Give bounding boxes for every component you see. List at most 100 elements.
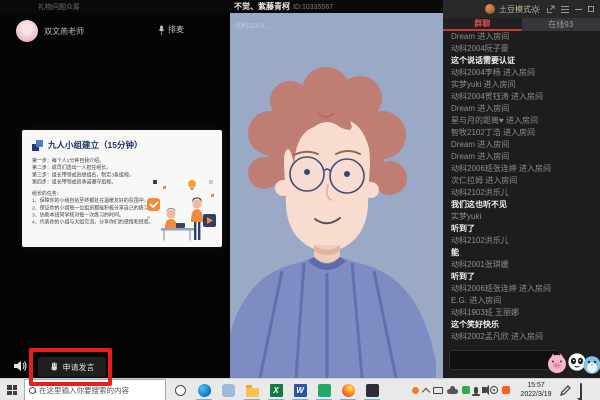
chat-message-sender: 动科2102洪乐儿: [451, 187, 594, 199]
chat-message: 动科2102洪乐儿能: [451, 235, 594, 259]
mic-icon: [158, 25, 165, 35]
tray-dot-icon[interactable]: [412, 387, 419, 394]
system-tray: [412, 379, 510, 400]
edge-icon[interactable]: [192, 379, 216, 400]
chat-message-text: 听到了: [451, 271, 594, 283]
host-avatar: [16, 20, 38, 42]
green-status-glyph: [462, 386, 470, 394]
tab-group-chat[interactable]: 群聊: [443, 18, 522, 31]
file-explorer-icon[interactable]: [240, 379, 264, 400]
file-explorer-glyph: [246, 388, 259, 397]
chat-join-notice: 动科2004李杨 进入房间: [451, 67, 594, 79]
gear-glyph: [490, 386, 498, 394]
chevron-up-icon[interactable]: [423, 386, 429, 395]
speaker-icon[interactable]: [13, 360, 27, 372]
request-speak-button[interactable]: 申请发言: [38, 357, 106, 377]
screen: 礼物问题众筹 不觉、紫藤青柯ID:10335567 双文燕老师 排麦 九人小组建…: [0, 0, 600, 400]
chat-message: 动科2102洪乐儿我们这也听不见: [451, 187, 594, 211]
chat-message-sender: 实梦yuki: [451, 211, 594, 223]
app-blue-glyph: [222, 384, 235, 397]
firefox-icon[interactable]: [336, 379, 360, 400]
mic-icon[interactable]: [474, 387, 478, 394]
chat-join-notice: E.G. 进入房间: [451, 295, 594, 307]
chevron-up-glyph: [422, 387, 430, 395]
tray-app-glyph: [502, 386, 510, 394]
chat-input[interactable]: [449, 350, 559, 370]
taskbar-clock[interactable]: 15:57 2022/3/19: [518, 381, 554, 399]
app-top-bar: 礼物问题众筹 不觉、紫藤青柯ID:10335567: [0, 0, 443, 13]
windows-logo-icon: [7, 385, 17, 395]
dark-app-glyph: [366, 384, 379, 397]
mic-queue-button[interactable]: 排麦: [158, 24, 184, 35]
green-app-glyph: [318, 384, 331, 397]
search-icon: [29, 387, 36, 394]
cortana-icon[interactable]: [168, 379, 192, 400]
start-button[interactable]: [0, 379, 24, 400]
minimize-button[interactable]: [575, 9, 582, 10]
chat-message-text: 我们这也听不见: [451, 199, 594, 211]
settings-gear-icon[interactable]: [531, 5, 540, 14]
shared-avatar-panel: 动科2004…: [230, 13, 443, 378]
popout-share-icon[interactable]: [546, 5, 555, 14]
chat-join-notice: 实梦yuki 进入房间: [451, 79, 594, 91]
excel-icon[interactable]: [264, 379, 288, 400]
app-logo-icon: [485, 4, 495, 14]
chat-message-text: 能: [451, 247, 594, 259]
chat-window: 土豆模式 × 群聊 在线93 Dream 进入房间动科2004阮子豪这个说话需要…: [443, 0, 600, 378]
chat-join-notice: Dream 进入房间: [451, 151, 594, 163]
menu-icon[interactable]: [561, 6, 569, 13]
speaker-icon[interactable]: [482, 387, 486, 393]
pen-input-icon[interactable]: [560, 383, 571, 400]
display-icon[interactable]: [433, 387, 443, 394]
firefox-glyph: [342, 384, 355, 397]
tab-online-count[interactable]: 在线93: [522, 18, 600, 31]
chat-join-notice: Dream 进入房间: [451, 139, 594, 151]
chat-message: 动科2001张琪媛听到了: [451, 259, 594, 283]
chat-message-list: Dream 进入房间动科2004阮子豪这个说话需要认证动科2004李杨 进入房间…: [451, 31, 594, 342]
maximize-button[interactable]: [588, 6, 594, 12]
slide-step: 第一步：每个人1分钟自我介绍。: [32, 157, 214, 164]
chat-join-notice: Dream 进入房间: [451, 31, 594, 43]
room-name: 不觉、紫藤青柯: [234, 2, 290, 11]
chat-join-notice: Dream 进入房间: [451, 103, 594, 115]
chat-message-text: 这个说话需要认证: [451, 55, 594, 67]
chat-join-notice: 动科2006班张连婷 进入房间: [451, 163, 594, 175]
chat-join-notice: 智牧2102丁浩 进入房间: [451, 127, 594, 139]
search-input[interactable]: [39, 386, 151, 395]
cortana-glyph: [175, 385, 186, 396]
cloud-glyph: [447, 389, 458, 394]
tray-app-icon[interactable]: [502, 386, 510, 394]
mic-glyph: [474, 387, 478, 394]
display-glyph: [433, 387, 443, 394]
pig-emoji-sticker[interactable]: [546, 352, 568, 374]
slide-title: 九人小组建立（15分钟）: [48, 139, 142, 151]
mic-queue-label: 排麦: [168, 24, 184, 35]
chat-join-notice: 动科2002孟凡欣 进入房间: [451, 331, 594, 342]
excel-glyph: [270, 384, 283, 397]
teamwork-illustration: [145, 178, 219, 242]
penguin-emoji-sticker[interactable]: [582, 354, 600, 374]
chat-message-text: 这个笑好快乐: [451, 319, 594, 331]
slide-bullet-icon: [32, 140, 43, 151]
green-app-icon[interactable]: [312, 379, 336, 400]
taskbar-app-icons: [168, 379, 384, 400]
speaker-glyph: [482, 387, 486, 393]
room-id: ID:10335567: [293, 4, 333, 11]
tray-dot-glyph: [412, 387, 419, 394]
host-name: 双文燕老师: [44, 26, 84, 37]
room-title: 不觉、紫藤青柯ID:10335567: [234, 1, 333, 12]
app-blue-icon[interactable]: [216, 379, 240, 400]
word-icon[interactable]: [288, 379, 312, 400]
gear-icon[interactable]: [490, 386, 498, 394]
slide-step: 第二步：成员们选出一人担任组长。: [32, 164, 214, 171]
chat-join-notice: 星与月的距离♥ 进入房间: [451, 115, 594, 127]
watermark: 动科2004…: [235, 21, 272, 31]
green-status-icon[interactable]: [462, 386, 470, 394]
person-illustration: [230, 13, 443, 378]
taskbar-search[interactable]: [24, 379, 166, 400]
chat-message-text: 听到了: [451, 223, 594, 235]
notification-center-icon[interactable]: [580, 384, 582, 400]
dark-app-icon[interactable]: [360, 379, 384, 400]
cloud-icon[interactable]: [447, 386, 458, 394]
chat-join-notice: 次仁拉姆 进入房间: [451, 175, 594, 187]
